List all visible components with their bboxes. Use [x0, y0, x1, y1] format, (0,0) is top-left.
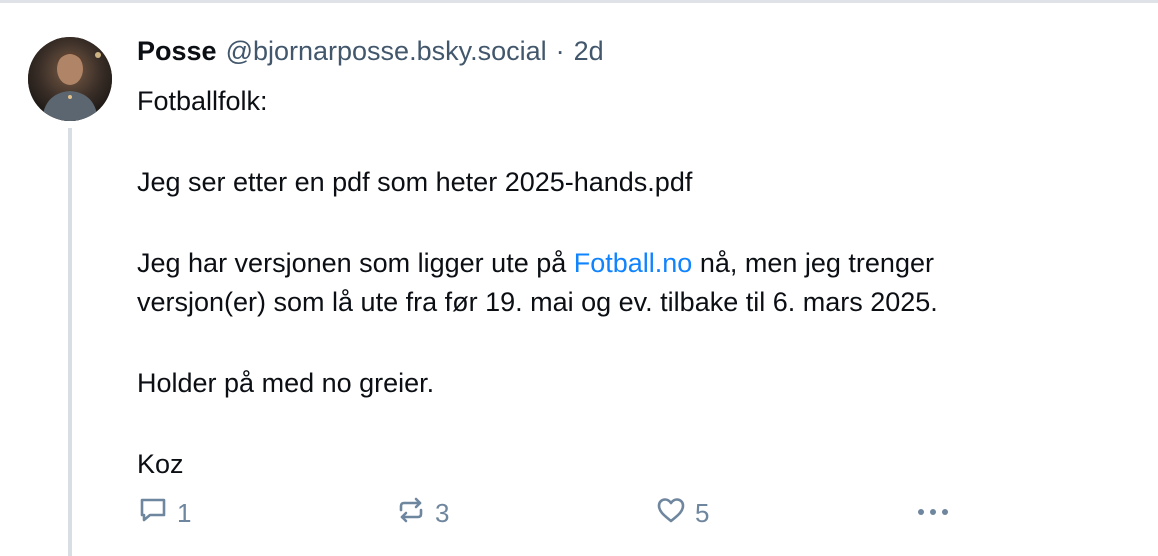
post-text-segment: nå, men jeg trenger: [692, 248, 934, 278]
heart-icon: [655, 494, 687, 533]
reply-icon: [137, 494, 169, 533]
author-display-name[interactable]: Posse: [137, 36, 217, 67]
reply-button[interactable]: 1: [137, 494, 191, 532]
post-timestamp[interactable]: 2d: [574, 36, 604, 67]
post-text-segment: Jeg har versjonen som ligger ute på: [137, 248, 574, 278]
post-text-line: Koz: [137, 449, 184, 479]
thread-line: [68, 128, 72, 556]
author-handle[interactable]: @bjornarposse.bsky.social: [226, 36, 547, 67]
more-options-button[interactable]: [913, 494, 953, 532]
separator-dot: ·: [555, 36, 565, 66]
repost-button[interactable]: 3: [395, 494, 449, 532]
post[interactable]: Posse @bjornarposse.bsky.social · 2d Fot…: [0, 0, 1158, 556]
avatar-image: [28, 37, 112, 121]
avatar[interactable]: [28, 37, 112, 121]
post-text-line: Fotballfolk:: [137, 86, 268, 116]
post-content: Fotballfolk: Jeg ser etter en pdf som he…: [137, 82, 1097, 484]
reply-count: 1: [177, 497, 192, 528]
post-text-line: Jeg har versjonen som ligger ute på Fotb…: [137, 244, 1097, 283]
post-text-line: versjon(er) som lå ute fra før 19. mai o…: [137, 287, 938, 317]
fotball-link[interactable]: Fotball.no: [574, 248, 693, 278]
like-button[interactable]: 5: [655, 494, 709, 532]
post-text-line: Jeg ser etter en pdf som heter 2025-hand…: [137, 167, 693, 197]
post-text-line: Holder på med no greier.: [137, 368, 435, 398]
like-count: 5: [695, 497, 710, 528]
post-header: Posse @bjornarposse.bsky.social · 2d: [137, 36, 604, 72]
more-icon: [913, 494, 953, 533]
repost-icon: [395, 494, 427, 533]
repost-count: 3: [435, 497, 450, 528]
post-actions: 1 3 5: [137, 494, 957, 532]
